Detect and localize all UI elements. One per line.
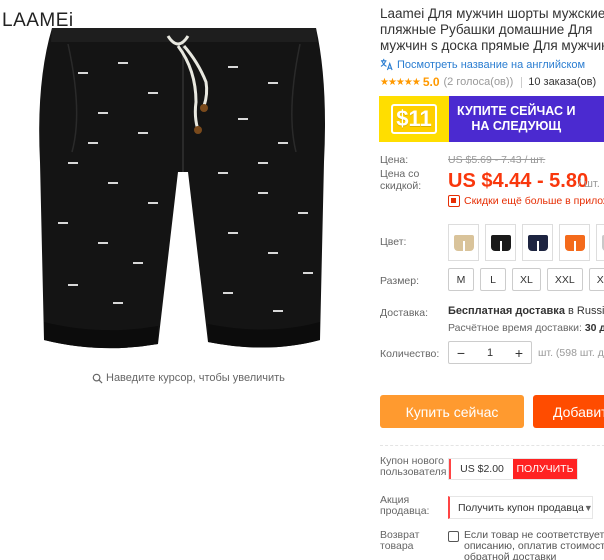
zoom-hint: Наведите курсор, чтобы увеличить (92, 372, 285, 384)
quantity-decrement-button[interactable]: − (455, 346, 467, 360)
color-label: Цвет: (380, 236, 407, 248)
translate-link-text: Посмотреть название на английском (397, 58, 586, 71)
seller-promo-label: Акция продавца: (380, 494, 430, 517)
shipping-method[interactable]: Бесплатная доставка в Russian Federation (448, 305, 604, 317)
color-swatch-light-gray[interactable] (596, 224, 604, 261)
quantity-stepper: − 1 + (448, 341, 532, 364)
promo-banner[interactable]: $11 КУПИТЕ СЕЙЧАС И НА СЛЕДУЮЩ (379, 96, 604, 142)
get-coupon-button[interactable]: ПОЛУЧИТЬ (513, 459, 577, 479)
product-title: Laamei Для мужчин шорты мужские пляжные … (380, 6, 604, 53)
old-price: US $5.69 - 7.43 / шт. (448, 154, 546, 166)
app-discount-link[interactable]: Скидки ещё больше в приложении (448, 195, 604, 207)
shipping-free: Бесплатная доставка (448, 305, 565, 317)
quantity-increment-button[interactable]: + (513, 346, 525, 360)
shipping-time-value: 30 дней (584, 322, 604, 334)
size-option[interactable]: XXL (546, 268, 583, 291)
returns-label: Возврат товара (380, 529, 420, 552)
zoom-hint-text: Наведите курсор, чтобы увеличить (106, 372, 285, 384)
rating-row: ★★★★★ 5.0 (2 голоса(ов)) 10 заказа(ов) (380, 75, 596, 89)
shipping-time: Расчётное время доставки: 30 дней (448, 322, 604, 334)
returns-text: Если товар не соответствует описанию, оп… (464, 529, 604, 560)
gallery: LAAMEi Наведите курсор, чтобы увеличить (0, 0, 360, 560)
rating-stars: ★★★★★ (380, 76, 421, 88)
color-swatch-navy[interactable] (522, 224, 553, 261)
rating-value: 5.0 (422, 75, 440, 89)
color-swatches (448, 224, 604, 261)
chevron-down-icon: ▼ (583, 502, 593, 513)
banner-price-badge: $11 (379, 96, 449, 142)
translate-icon (380, 58, 393, 71)
quantity-label: Количество: (380, 348, 440, 360)
coupon-amount: US $2.00 (449, 459, 513, 479)
size-option[interactable]: XL (512, 268, 541, 291)
product-image[interactable] (28, 22, 340, 362)
quantity-available: шт. (598 шт. доступно) (538, 347, 604, 359)
discount-price-label: Цена со скидкой: (380, 168, 422, 192)
size-option[interactable]: M (448, 268, 474, 291)
add-to-cart-button[interactable]: Добавить в корзину (533, 395, 604, 428)
size-option[interactable]: XXXL (588, 268, 604, 291)
banner-line-1: КУПИТЕ СЕЙЧАС И (457, 104, 576, 118)
new-user-coupon: US $2.00 ПОЛУЧИТЬ (448, 458, 578, 480)
quantity-input[interactable]: 1 (487, 347, 493, 359)
shipping-label: Доставка: (380, 307, 429, 319)
magnifier-icon (92, 373, 103, 384)
price-unit: / шт. (578, 178, 600, 190)
buy-now-button[interactable]: Купить сейчас (380, 395, 524, 428)
app-discount-text: Скидки ещё больше в приложении (464, 195, 604, 207)
banner-price: $11 (391, 104, 437, 134)
shield-icon (448, 531, 459, 542)
shipping-dest: в Russian Federation (567, 305, 604, 317)
translate-link[interactable]: Посмотреть название на английском (380, 58, 585, 71)
size-options: M L XL XXL XXXL (448, 268, 604, 291)
seller-coupon-select[interactable]: Получить купон продавца ▼ (448, 496, 593, 519)
current-price: US $4.44 - 5.80 (448, 170, 589, 192)
product-info: Laamei Для мужчин шорты мужские пляжные … (378, 0, 604, 560)
size-option[interactable]: L (480, 268, 506, 291)
old-price-label: Цена: (380, 154, 409, 166)
new-user-coupon-label: Купон нового пользователя (380, 455, 447, 478)
color-swatch-khaki[interactable] (448, 224, 479, 261)
banner-text: КУПИТЕ СЕЙЧАС И НА СЛЕДУЮЩ (449, 104, 575, 134)
seller-coupon-text: Получить купон продавца (458, 501, 584, 514)
divider (521, 76, 523, 88)
size-label: Размер: (380, 275, 420, 287)
color-swatch-black[interactable] (485, 224, 516, 261)
returns-info: Если товар не соответствует описанию, оп… (448, 530, 604, 560)
banner-line-2: НА СЛЕДУЮЩ (471, 119, 562, 133)
shipping-time-label: Расчётное время доставки: (448, 322, 582, 334)
divider (380, 445, 604, 446)
color-swatch-orange[interactable] (559, 224, 590, 261)
orders-count: 10 заказа(ов) (528, 76, 597, 88)
votes-link[interactable]: (2 голоса(ов)) (444, 76, 514, 88)
qr-icon (448, 195, 460, 207)
